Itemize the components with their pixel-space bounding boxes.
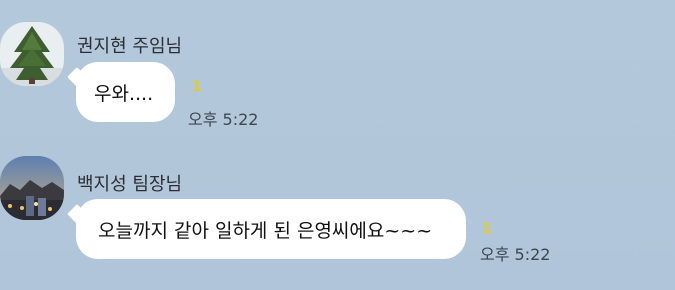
message-text: 오늘까지 같아 일하게 된 은영씨에요~~~ [98, 219, 433, 242]
message-bubble[interactable]: 오늘까지 같아 일하게 된 은영씨에요~~~ [67, 199, 466, 259]
unread-count: 1 [482, 221, 492, 237]
message-time: 오후 5:22 [188, 110, 259, 129]
profile-avatar[interactable] [0, 22, 64, 86]
message-bubble[interactable]: 우와.... [67, 62, 175, 122]
sender-name: 백지성 팀장님 [77, 174, 183, 195]
chat-area: 권지현 주임님 우와.... 1 오후 5:22 백지성 팀장님 오늘까지 같아… [0, 0, 675, 290]
city-night-photo-avatar [0, 156, 64, 220]
message-text: 우와.... [94, 82, 154, 105]
tree-photo-avatar [0, 22, 64, 86]
message-time: 오후 5:22 [480, 245, 551, 264]
sender-name: 권지현 주임님 [77, 36, 183, 57]
profile-avatar[interactable] [0, 156, 64, 220]
bubble-tail [67, 67, 87, 87]
bubble-tail [67, 204, 87, 224]
unread-count: 1 [192, 79, 202, 95]
